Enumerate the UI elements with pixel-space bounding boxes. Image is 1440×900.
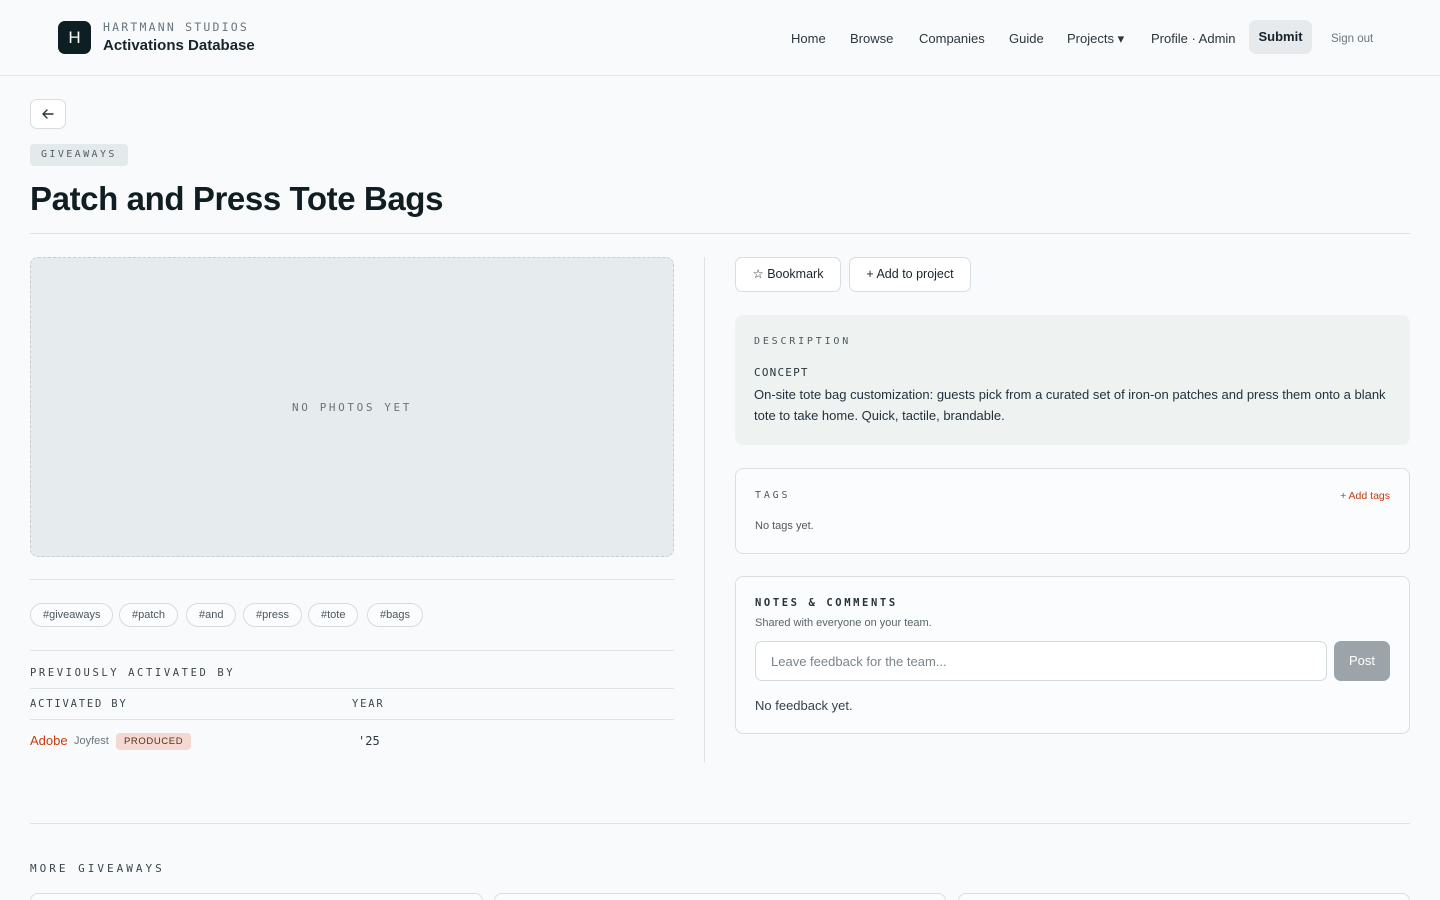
nav-companies[interactable]: Companies — [919, 24, 985, 54]
nav-browse[interactable]: Browse — [850, 24, 893, 54]
title-divider — [30, 233, 1410, 234]
related-card[interactable] — [958, 893, 1410, 900]
sign-out-link[interactable]: Sign out — [1331, 24, 1373, 54]
column-header-activated-by: ACTIVATED BY — [30, 698, 128, 710]
previously-activated-heading: PREVIOUSLY ACTIVATED BY — [30, 667, 236, 679]
photo-gallery-placeholder: NO PHOTOS YET — [30, 257, 674, 557]
page-title: Patch and Press Tote Bags — [30, 180, 444, 217]
no-tags-text: No tags yet. — [755, 520, 814, 532]
hash-tag[interactable]: #patch — [119, 603, 179, 627]
concept-label: CONCEPT — [754, 366, 809, 379]
tags-label: TAGS — [755, 490, 791, 501]
description-card: DESCRIPTION CONCEPT On-site tote bag cus… — [735, 315, 1410, 445]
company-link[interactable]: Adobe — [30, 733, 68, 748]
related-card[interactable] — [494, 893, 946, 900]
post-button[interactable]: Post — [1334, 641, 1390, 681]
logo-icon[interactable]: H — [58, 21, 91, 54]
section-divider — [30, 823, 1410, 824]
brand-studio-name: HARTMANN STUDIOS — [103, 20, 249, 34]
divider — [30, 650, 674, 651]
divider — [30, 579, 674, 580]
more-giveaways-heading: MORE GIVEAWAYS — [30, 862, 165, 875]
submit-button[interactable]: Submit — [1249, 20, 1312, 54]
no-feedback-text: No feedback yet. — [755, 698, 853, 713]
feedback-input[interactable] — [755, 641, 1327, 681]
nav-guide[interactable]: Guide — [1009, 24, 1044, 54]
notes-card: NOTES & COMMENTS Shared with everyone on… — [735, 576, 1410, 734]
arrow-left-icon — [42, 109, 54, 119]
nav-projects-dropdown[interactable]: Projects ▾ — [1067, 24, 1124, 54]
back-button[interactable] — [30, 99, 66, 129]
description-label: DESCRIPTION — [754, 336, 852, 347]
column-header-year: YEAR — [352, 698, 385, 710]
concept-text: On-site tote bag customization: guests p… — [754, 387, 1386, 423]
tags-card: TAGS + Add tags No tags yet. — [735, 468, 1410, 554]
category-badge[interactable]: GIVEAWAYS — [30, 144, 128, 166]
add-tags-link[interactable]: + Add tags — [1340, 490, 1390, 502]
no-photos-text: NO PHOTOS YET — [292, 400, 412, 414]
related-card[interactable] — [30, 893, 483, 900]
hash-tag[interactable]: #tote — [308, 603, 359, 627]
nav-profile[interactable]: Profile · Admin — [1151, 24, 1236, 54]
top-header: H HARTMANN STUDIOS Activations Database … — [0, 0, 1440, 76]
nav-home[interactable]: Home — [791, 24, 826, 54]
status-badge: PRODUCED — [116, 733, 192, 750]
bookmark-button[interactable]: ☆ Bookmark — [735, 257, 841, 292]
hash-tag[interactable]: #and — [186, 603, 237, 627]
hash-tag[interactable]: #press — [243, 603, 303, 627]
brand-app-name[interactable]: Activations Database — [103, 37, 255, 54]
add-to-project-button[interactable]: + Add to project — [849, 257, 971, 292]
column-divider — [704, 257, 705, 762]
agency-name: Joyfest — [74, 735, 109, 747]
hash-tag[interactable]: #giveaways — [30, 603, 114, 627]
divider — [30, 688, 674, 689]
divider — [30, 719, 674, 720]
activation-year: '25 — [358, 734, 380, 748]
notes-title: NOTES & COMMENTS — [755, 597, 898, 609]
hash-tag[interactable]: #bags — [367, 603, 423, 627]
notes-subtitle: Shared with everyone on your team. — [755, 617, 932, 629]
